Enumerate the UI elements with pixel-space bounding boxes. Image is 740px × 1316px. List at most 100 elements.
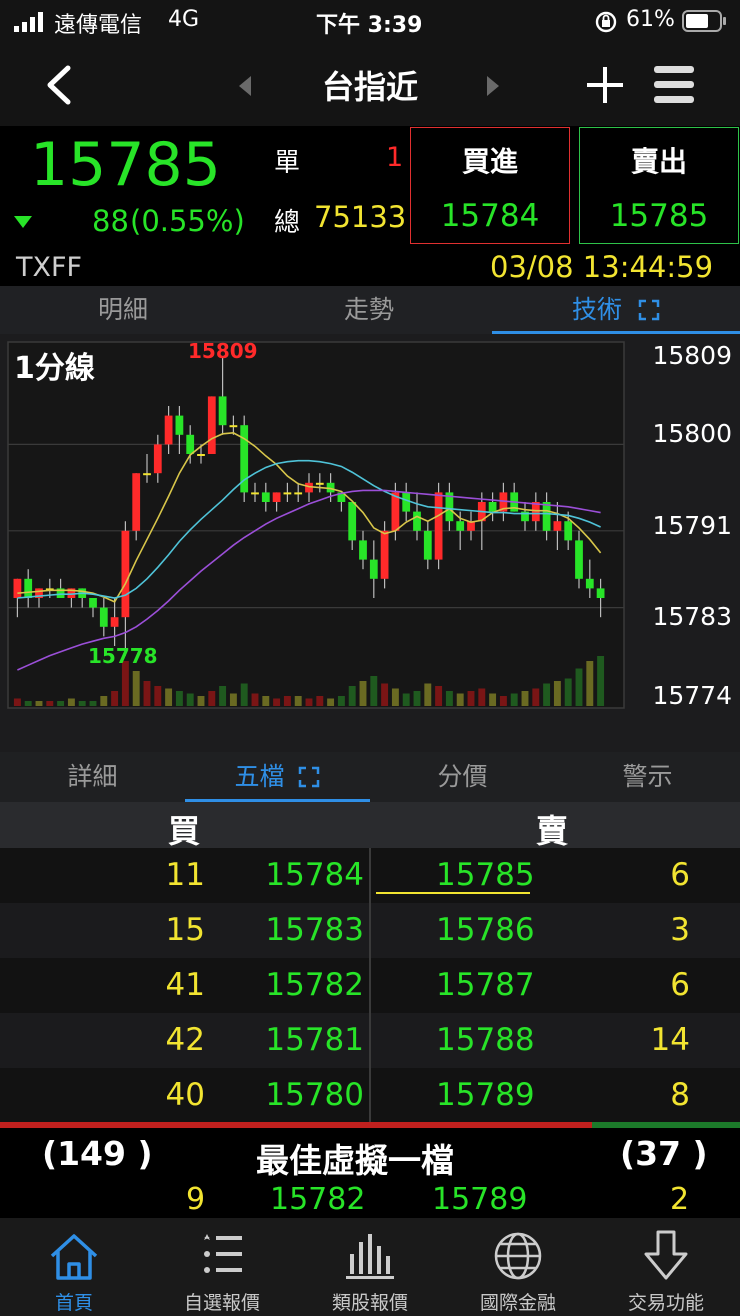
candle-body	[175, 415, 184, 435]
volume-bar	[327, 698, 335, 706]
bid-qty: 40	[165, 1077, 205, 1113]
sell-button[interactable]: 賣出 15785	[579, 127, 739, 244]
candle-body	[434, 492, 443, 560]
volume-bar	[24, 701, 32, 706]
nav-international[interactable]: 國際金融	[444, 1218, 592, 1316]
volume-bar	[262, 696, 270, 706]
tab-label: 五檔	[234, 762, 285, 791]
home-icon	[50, 1234, 98, 1280]
virtual-bid-price: 15782	[270, 1182, 366, 1217]
order-book: 40 15780 15789 8 42 15781 15788 14 41 15782 15787 6…	[0, 848, 740, 1123]
virtual-ask-qty: 2	[670, 1182, 690, 1217]
next-contract-button[interactable]	[482, 72, 506, 100]
ask-qty: 6	[670, 857, 690, 893]
tab-detail[interactable]: 詳細	[0, 752, 185, 802]
prev-contract-button[interactable]	[232, 72, 256, 100]
chart-high-label: 15809	[188, 339, 258, 363]
menu-button[interactable]	[650, 60, 698, 110]
book-header: 買 賣	[0, 802, 740, 850]
single-volume-value: 1	[386, 142, 404, 173]
battery-percent: 61%	[626, 7, 675, 32]
expand-icon	[638, 299, 660, 321]
volume-bar	[456, 693, 464, 706]
bid-price: 15780	[265, 1077, 364, 1113]
plus-icon	[587, 67, 623, 103]
buy-button[interactable]: 買進 15784	[410, 127, 570, 244]
single-volume-label: 單	[274, 148, 301, 178]
volume-bar	[359, 681, 367, 706]
volume-bar	[370, 676, 378, 706]
candle-body	[89, 598, 97, 608]
tab-details[interactable]: 明細	[0, 286, 246, 334]
candle-body	[164, 415, 173, 445]
volume-bar	[510, 693, 518, 706]
tab-alerts[interactable]: 警示	[555, 752, 740, 802]
sell-total: (37 )	[620, 1134, 708, 1173]
volume-bar	[208, 691, 216, 706]
sell-price: 15785	[609, 198, 709, 234]
candle-body	[413, 511, 421, 531]
down-triangle-icon	[12, 214, 34, 230]
volume-bar	[273, 698, 281, 706]
back-button[interactable]	[30, 60, 86, 110]
volume-bar	[240, 683, 248, 706]
volume-bar	[78, 701, 86, 706]
tab-label: 分價	[437, 762, 488, 791]
bid-price: 15782	[265, 967, 364, 1003]
tab-label: 警示	[622, 762, 673, 791]
bid-qty: 15	[165, 912, 205, 948]
add-button[interactable]	[582, 60, 628, 110]
orientation-lock-icon	[594, 10, 618, 34]
tab-technical[interactable]: 技術	[492, 286, 740, 334]
nav-label: 交易功能	[627, 1292, 704, 1314]
volume-bar	[294, 696, 302, 706]
volume-bar	[111, 691, 119, 706]
tab-trend[interactable]: 走勢	[246, 286, 492, 334]
volume-bar	[381, 683, 389, 706]
chevron-left-icon	[47, 65, 71, 105]
price-change-pct: (0.55%)	[130, 204, 245, 238]
nav-sector-quotes[interactable]: 類股報價	[296, 1218, 444, 1316]
candle-body	[359, 540, 367, 560]
ask-qty: 3	[670, 912, 690, 948]
candle-body	[564, 521, 573, 541]
ask-price: 15789	[436, 1077, 535, 1113]
volume-bar	[391, 688, 399, 706]
technical-chart-panel: 15809 15800 15791 15783 15774 1分線 15809 1577…	[0, 334, 740, 752]
signal-icon	[14, 12, 50, 32]
nav-home[interactable]: 首頁	[0, 1218, 148, 1316]
candle-body	[553, 521, 562, 531]
tab-label: 技術	[572, 295, 623, 324]
volume-bar	[13, 698, 21, 706]
candle-body	[348, 502, 357, 541]
nav-watchlist[interactable]: 自選報價	[148, 1218, 296, 1316]
nav-trading[interactable]: 交易功能	[592, 1218, 740, 1316]
globe-icon	[494, 1232, 542, 1280]
candle-body	[13, 578, 22, 598]
volume-bar	[35, 701, 43, 706]
quote-panel: 15785 88 (0.55%) 單 1 總 75133 買進 15784 賣出…	[0, 126, 740, 286]
sell-header: 賣	[536, 812, 569, 850]
volume-bar	[575, 668, 583, 706]
volume-bar	[413, 691, 421, 706]
candle-body	[251, 492, 259, 495]
nav-label: 類股報價	[331, 1292, 408, 1314]
triangle-left-icon	[239, 76, 251, 96]
last-trade-marker	[376, 892, 530, 894]
volume-bar	[132, 671, 140, 706]
volume-bar	[597, 656, 605, 706]
candle-body	[153, 444, 162, 474]
volume-bar	[100, 696, 108, 706]
buy-label: 買進	[461, 145, 518, 178]
tab-price-distribution[interactable]: 分價	[370, 752, 555, 802]
volume-bar	[251, 693, 259, 706]
page-title: 台指近	[321, 68, 418, 106]
candlestick-chart[interactable]: 15809 15800 15791 15783 15774 1分線 15809 1577…	[0, 334, 740, 752]
carrier-name: 遠傳電信	[54, 13, 143, 38]
candle-body	[218, 396, 227, 426]
candle-body	[261, 492, 270, 502]
y-axis-tick-label: 15800	[652, 419, 732, 448]
tab-five-levels[interactable]: 五檔	[185, 752, 370, 802]
ask-price: 15785	[436, 857, 535, 893]
volume-bar	[57, 701, 65, 706]
